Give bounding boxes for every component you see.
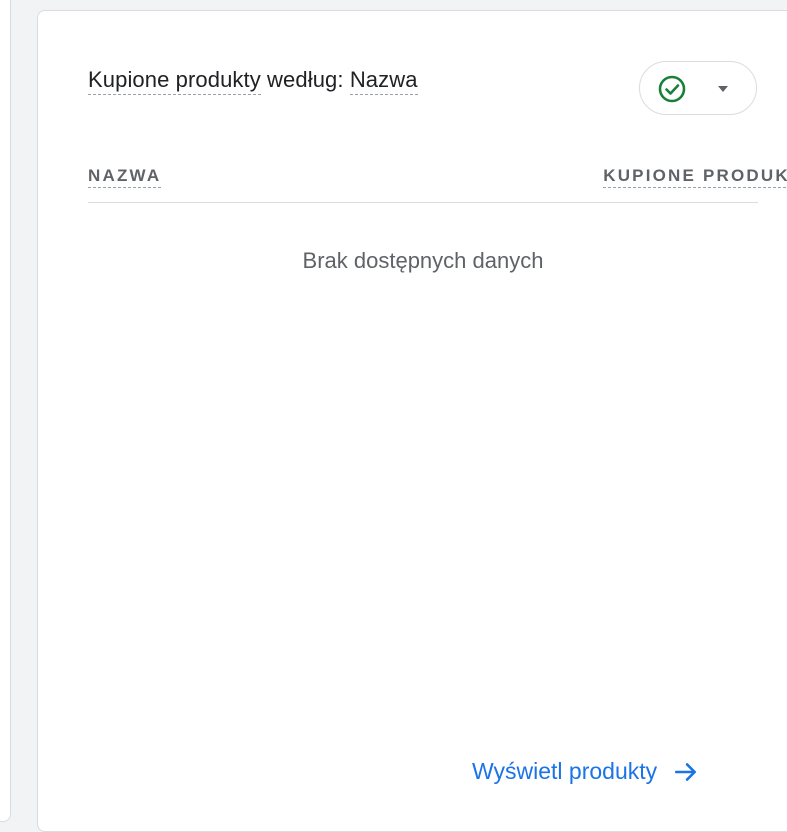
column-header-name[interactable]: NAZWA [88,166,162,188]
dimension-label[interactable]: Nazwa [349,67,418,95]
view-products-label: Wyświetl produkty [472,758,658,784]
card-title: Kupione produkty według: Nazwa [88,67,418,95]
caret-down-icon [718,86,728,92]
status-dropdown-button[interactable] [639,61,757,115]
check-circle-icon [658,75,686,103]
arrow-right-icon [675,762,697,781]
title-connector: według: [260,67,350,92]
metric-label[interactable]: Kupione produkty [88,67,261,95]
adjacent-card [0,0,11,822]
purchased-products-card: Kupione produkty według: Nazwa NAZWA KUP… [37,10,787,832]
empty-state-message: Brak dostępnych danych [302,248,544,273]
view-products-link[interactable]: Wyświetl produkty [472,758,699,785]
table-divider [88,202,758,203]
column-header-purchased-products[interactable]: KUPIONE PRODUKTY [603,166,787,188]
